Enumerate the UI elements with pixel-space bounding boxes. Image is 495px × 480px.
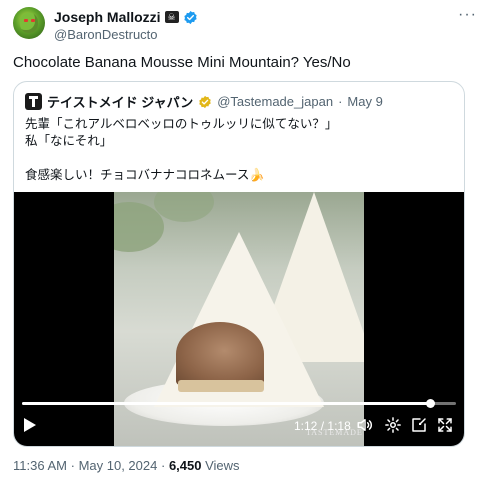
fullscreen-icon[interactable] xyxy=(436,416,454,434)
avatar-face xyxy=(20,13,38,33)
chocolate-mousse-cut xyxy=(176,322,264,386)
quoted-tweet[interactable]: テイストメイド ジャパン @Tastemade_japan · May 9 先輩… xyxy=(13,81,465,447)
background-leaf xyxy=(154,192,214,222)
tweet-text: Chocolate Banana Mousse Mini Mountain? Y… xyxy=(13,54,351,71)
avatar-eye-right xyxy=(31,19,35,22)
video-progress-handle[interactable] xyxy=(425,399,435,408)
author-display-name[interactable]: Joseph Mallozzi xyxy=(54,9,161,25)
meta-dot: · xyxy=(70,458,75,473)
author-avatar[interactable] xyxy=(13,7,45,39)
time-separator: / xyxy=(320,419,325,433)
play-button[interactable] xyxy=(24,418,36,432)
quoted-body: 先輩「これアルベロベッロのトゥルッリに似てない？」 私「なにそれ」 食感楽しい！… xyxy=(25,117,338,182)
views-label: Views xyxy=(205,458,240,473)
video-frame: TASTEMADE xyxy=(114,192,364,446)
settings-gear-icon[interactable] xyxy=(384,416,402,434)
pirate-flag-icon: ☠ xyxy=(164,11,179,23)
verified-badge-icon xyxy=(183,10,197,24)
quoted-date[interactable]: May 9 xyxy=(347,94,382,109)
video-player[interactable]: TASTEMADE 1:12 / 1:18 xyxy=(14,192,464,446)
duration: 1:18 xyxy=(327,419,351,433)
current-time: 1:12 xyxy=(294,419,318,433)
meta-dot-2: · xyxy=(160,458,166,473)
tweet-meta: 11:36 AM · May 10, 2024 · 6,450 Views xyxy=(13,458,240,473)
sponge-base xyxy=(178,380,264,392)
video-time: 1:12 / 1:18 xyxy=(294,419,351,433)
quoted-display-name[interactable]: テイストメイド ジャパン xyxy=(47,92,193,111)
picture-in-picture-icon[interactable] xyxy=(410,416,428,434)
quoted-handle[interactable]: @Tastemade_japan xyxy=(217,94,333,109)
author-handle[interactable]: @BaronDestructo xyxy=(54,27,158,42)
tweet-time[interactable]: 11:36 AM xyxy=(13,458,67,473)
more-options-button[interactable]: ··· xyxy=(458,6,477,24)
author-name-row: Joseph Mallozzi ☠ xyxy=(54,9,198,25)
tastemade-logo-icon[interactable] xyxy=(25,93,42,110)
video-progress-fill xyxy=(22,402,430,405)
tweet-date[interactable]: May 10, 2024 xyxy=(79,458,158,473)
quoted-header: テイストメイド ジャパン @Tastemade_japan · May 9 xyxy=(25,92,383,111)
volume-icon[interactable] xyxy=(356,416,374,434)
views-count[interactable]: 6,450 xyxy=(169,458,202,473)
video-progress-bar[interactable] xyxy=(22,399,456,408)
gold-verified-badge-icon xyxy=(199,95,211,108)
quoted-separator: · xyxy=(338,94,343,109)
avatar-eye-left xyxy=(24,19,28,22)
